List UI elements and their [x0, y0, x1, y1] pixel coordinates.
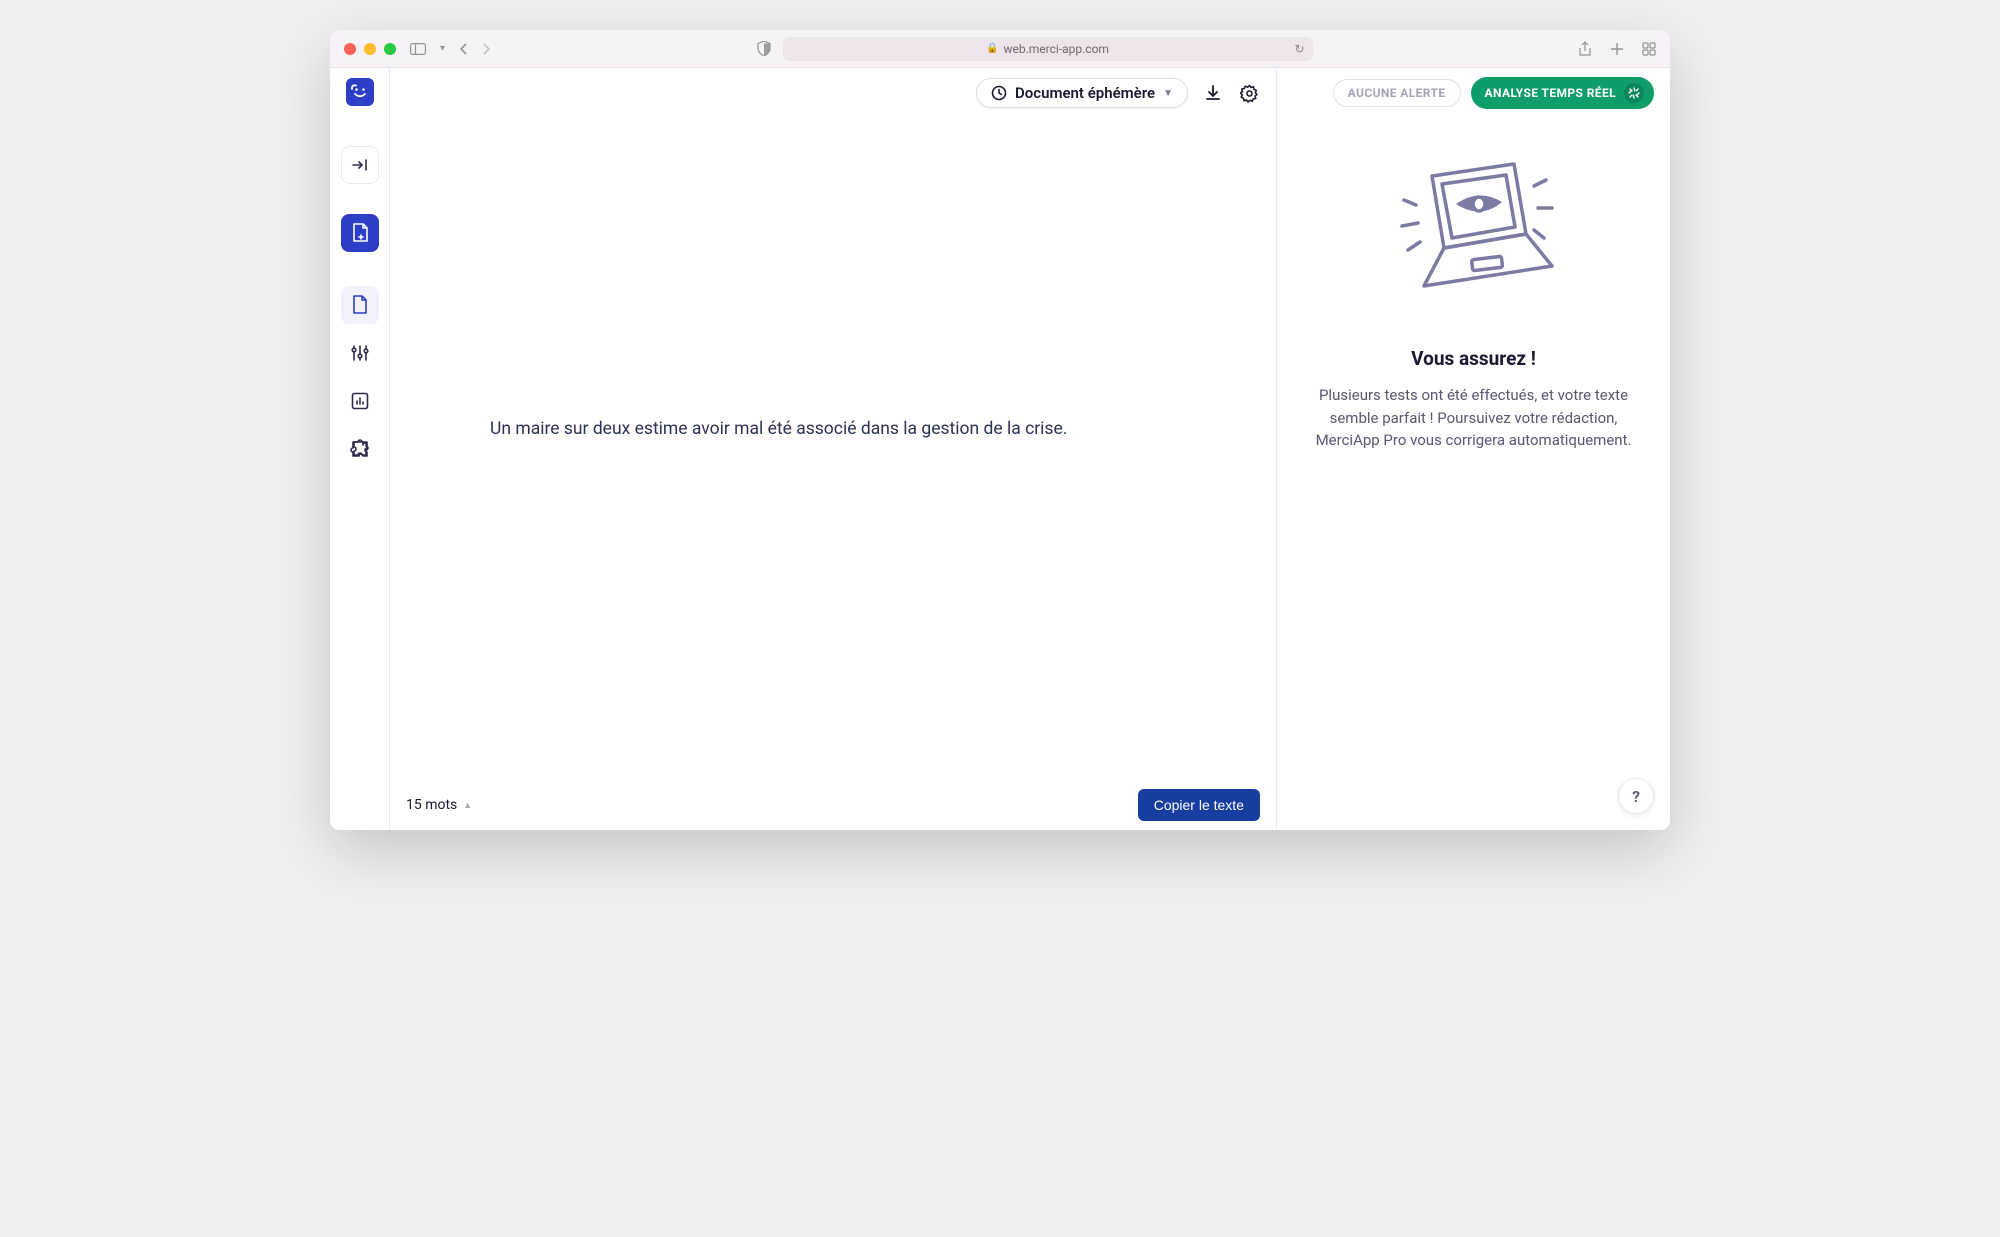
triangle-up-icon: ▲: [463, 800, 472, 811]
window-close-button[interactable]: [344, 43, 356, 55]
sidebar-settings-sliders[interactable]: [341, 334, 379, 372]
copy-text-button[interactable]: Copier le texte: [1138, 789, 1260, 821]
word-count[interactable]: 15 mots ▲: [406, 797, 472, 813]
realtime-label: ANALYSE TEMPS RÉEL: [1485, 86, 1616, 100]
right-panel-heading: Vous assurez !: [1303, 347, 1644, 370]
sidebar-new-document[interactable]: [341, 214, 379, 252]
browser-center: 🔒 web.merci-app.com ↻: [491, 37, 1578, 61]
url-text: web.merci-app.com: [1004, 42, 1109, 56]
caret-down-icon: ▼: [1163, 88, 1173, 99]
app-logo[interactable]: [346, 78, 374, 106]
text-editor[interactable]: Un maire sur deux estime avoir mal été a…: [390, 118, 1276, 780]
window-maximize-button[interactable]: [384, 43, 396, 55]
lock-icon: 🔒: [986, 43, 998, 54]
realtime-status-icon: [1624, 83, 1644, 103]
url-bar[interactable]: 🔒 web.merci-app.com ↻: [783, 37, 1313, 61]
app-body: Document éphémère ▼ Un maire sur deux e: [330, 68, 1670, 830]
sidebar-extension[interactable]: [341, 430, 379, 468]
laptop-illustration: [1303, 158, 1644, 313]
document-type-label: Document éphémère: [1015, 84, 1155, 102]
main-area: Document éphémère ▼ Un maire sur deux e: [390, 68, 1276, 830]
sidebar-document[interactable]: [341, 286, 379, 324]
no-alert-badge: AUCUNE ALERTE: [1333, 79, 1461, 107]
traffic-lights: [344, 43, 396, 55]
help-button[interactable]: ?: [1618, 778, 1654, 814]
browser-window: ▾ 🔒 web.merci-app.com ↻: [330, 30, 1670, 830]
help-label: ?: [1632, 787, 1640, 806]
realtime-analysis-button[interactable]: ANALYSE TEMPS RÉEL: [1471, 77, 1654, 109]
refresh-icon[interactable]: ↻: [1294, 42, 1304, 56]
word-count-label: 15 mots: [406, 797, 457, 813]
clock-icon: [991, 85, 1007, 101]
right-panel: AUCUNE ALERTE ANALYSE TEMPS RÉEL: [1276, 68, 1670, 830]
share-icon[interactable]: [1578, 41, 1592, 57]
browser-chrome: ▾ 🔒 web.merci-app.com ↻: [330, 30, 1670, 68]
window-minimize-button[interactable]: [364, 43, 376, 55]
chevron-down-icon[interactable]: ▾: [440, 43, 445, 54]
browser-toolbar-left: ▾: [410, 43, 491, 55]
main-bottombar: 15 mots ▲ Copier le texte: [390, 780, 1276, 830]
sidebar-stats[interactable]: [341, 382, 379, 420]
download-button[interactable]: [1202, 82, 1224, 104]
right-panel-paragraph: Plusieurs tests ont été effectués, et vo…: [1303, 384, 1644, 452]
document-type-dropdown[interactable]: Document éphémère ▼: [976, 78, 1188, 108]
browser-toolbar-right: [1578, 41, 1656, 57]
privacy-shield-icon[interactable]: [757, 41, 771, 56]
tab-overview-icon[interactable]: [1642, 42, 1656, 56]
sidebar-toggle-icon[interactable]: [410, 43, 426, 55]
left-sidebar: [330, 68, 390, 830]
right-topbar: AUCUNE ALERTE ANALYSE TEMPS RÉEL: [1277, 68, 1670, 118]
nav-back-button[interactable]: [459, 43, 468, 55]
right-panel-content: Vous assurez ! Plusieurs tests ont été e…: [1277, 118, 1670, 830]
sidebar-collapse-button[interactable]: [341, 146, 379, 184]
editor-content: Un maire sur deux estime avoir mal été a…: [490, 416, 1067, 442]
new-tab-icon[interactable]: [1610, 42, 1624, 56]
nav-forward-button[interactable]: [482, 43, 491, 55]
settings-button[interactable]: [1238, 82, 1260, 104]
main-topbar: Document éphémère ▼: [390, 68, 1276, 118]
